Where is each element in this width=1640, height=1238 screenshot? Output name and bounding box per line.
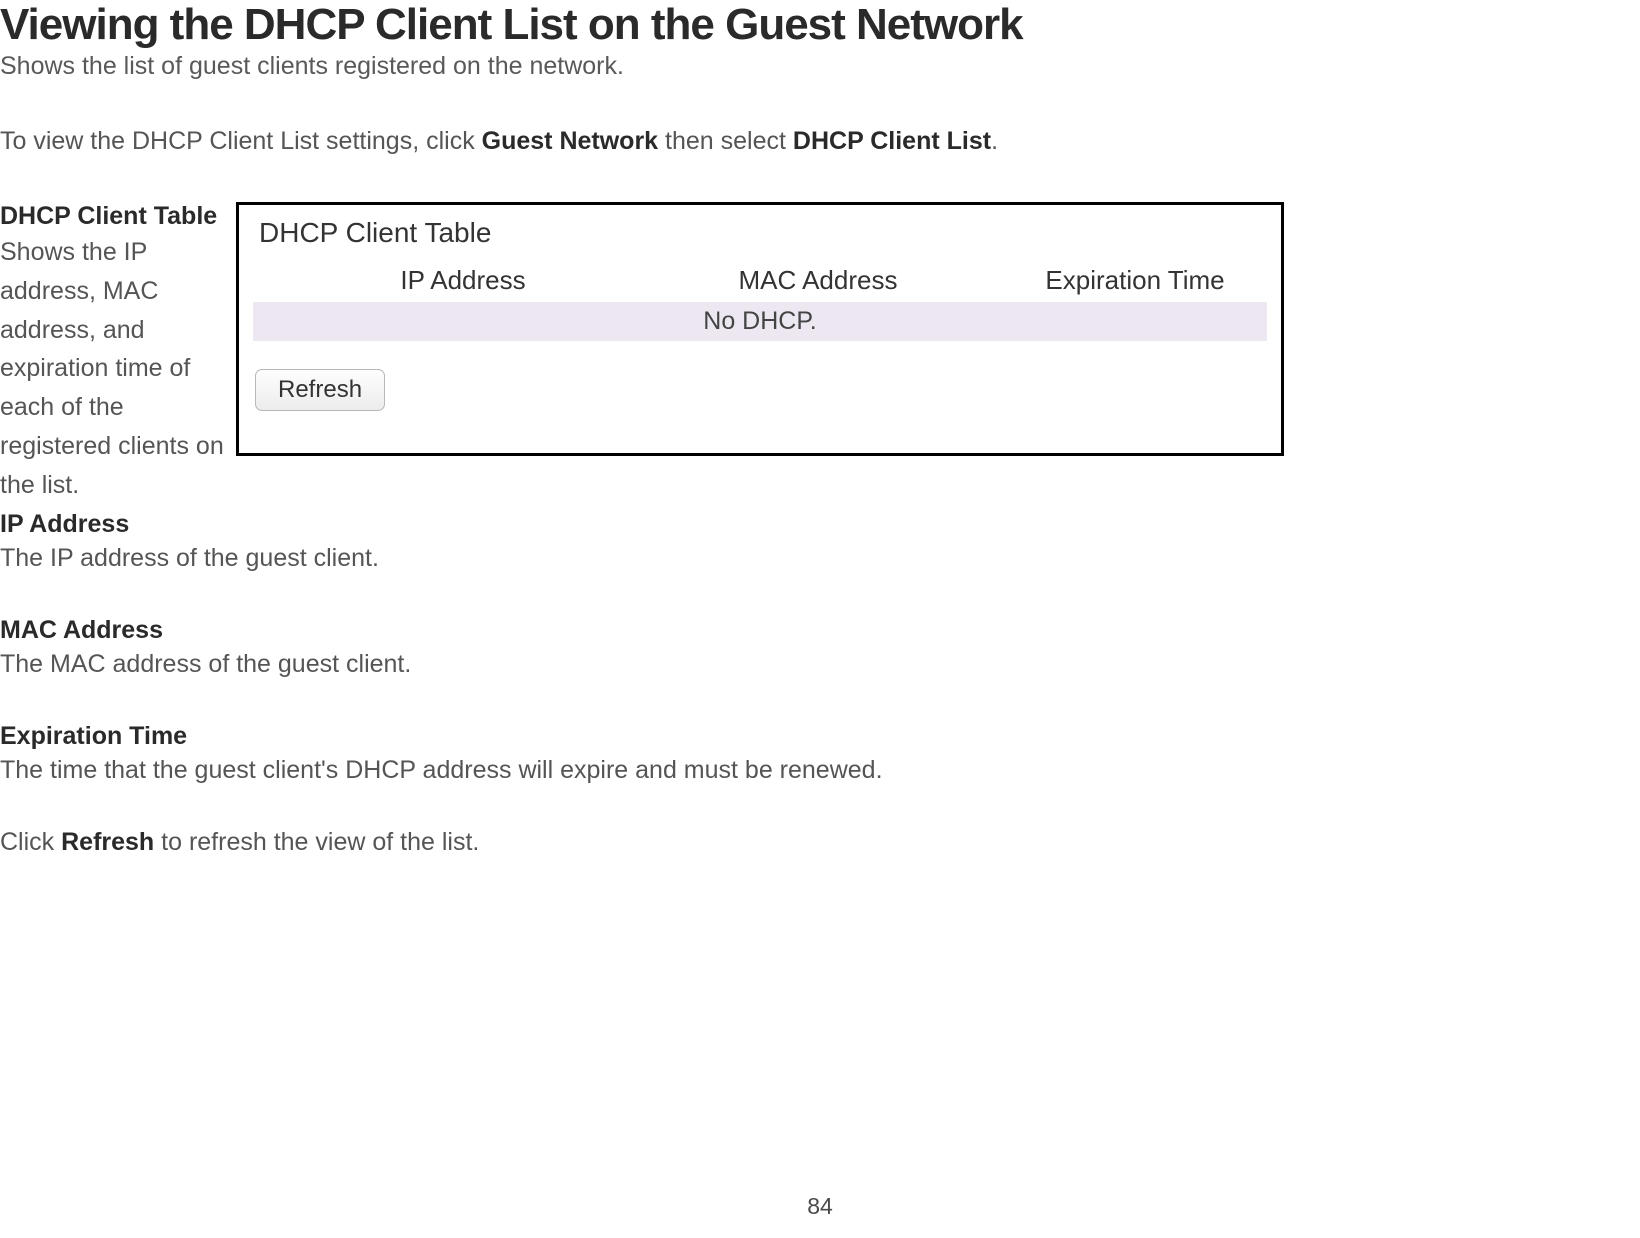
final-prefix: Click	[0, 828, 61, 856]
def-body-mac-address: The MAC address of the guest client.	[0, 647, 1640, 682]
instruction-prefix: To view the DHCP Client List settings, c…	[0, 127, 482, 155]
def-body-expiration-time: The time that the guest client's DHCP ad…	[0, 753, 1640, 788]
table-title: DHCP Client Table	[259, 217, 1267, 249]
page-title: Viewing the DHCP Client List on the Gues…	[0, 0, 1640, 50]
page-number: 84	[807, 1193, 833, 1220]
instruction-bold-guest-network: Guest Network	[482, 127, 658, 155]
dhcp-client-table-screenshot: DHCP Client Table IP Address MAC Address…	[236, 202, 1284, 456]
final-bold-refresh: Refresh	[61, 828, 154, 856]
page-subtitle: Shows the list of guest clients register…	[0, 52, 1640, 81]
def-heading-expiration-time: Expiration Time	[0, 722, 1640, 751]
def-body-ip-address: The IP address of the guest client.	[0, 541, 1640, 576]
def-heading-dhcp-client-table: DHCP Client Table	[0, 202, 226, 231]
final-instruction: Click Refresh to refresh the view of the…	[0, 828, 1640, 857]
table-empty-row: No DHCP.	[253, 302, 1267, 341]
column-header-expiration-time: Expiration Time	[1003, 265, 1267, 296]
refresh-button[interactable]: Refresh	[255, 369, 385, 411]
instruction-mid: then select	[658, 127, 793, 155]
table-header-row: IP Address MAC Address Expiration Time	[253, 259, 1267, 306]
instruction-suffix: .	[991, 127, 998, 155]
def-body-dhcp-client-table: Shows the IP address, MAC address, and e…	[0, 233, 226, 504]
def-heading-ip-address: IP Address	[0, 510, 1640, 539]
navigation-instruction: To view the DHCP Client List settings, c…	[0, 127, 1640, 156]
def-heading-mac-address: MAC Address	[0, 616, 1640, 645]
column-header-ip-address: IP Address	[253, 265, 633, 296]
instruction-bold-dhcp-client-list: DHCP Client List	[793, 127, 991, 155]
final-suffix: to refresh the view of the list.	[154, 828, 479, 856]
column-header-mac-address: MAC Address	[633, 265, 1003, 296]
